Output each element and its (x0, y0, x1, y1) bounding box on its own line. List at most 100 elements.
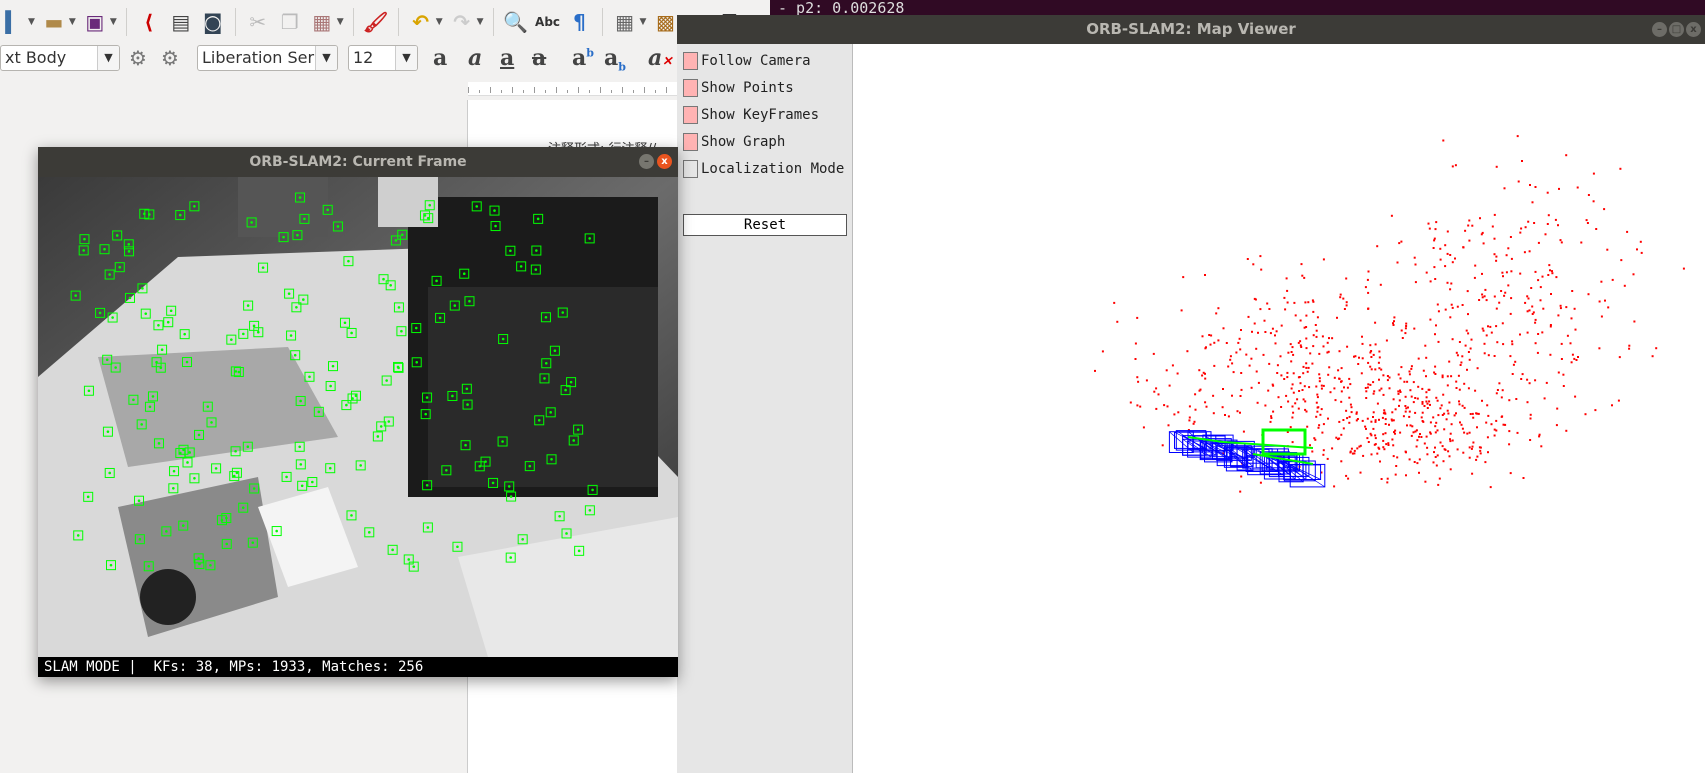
map-point (1231, 394, 1233, 397)
map-point (1327, 350, 1330, 353)
map-point (1495, 165, 1498, 168)
update-style-icon[interactable]: ⚙ (125, 45, 151, 71)
map-point (1348, 421, 1351, 424)
map-point (1280, 374, 1283, 377)
map-point (1560, 241, 1563, 244)
map-point (1343, 386, 1345, 389)
map-point (1145, 379, 1148, 382)
find-replace-icon[interactable]: 🔍 (503, 9, 529, 35)
font-size-combo[interactable]: 12 ▼ (348, 45, 418, 71)
map-point (1237, 341, 1240, 344)
clear-formatting-icon[interactable]: a✕ (648, 45, 672, 71)
map-point (1433, 451, 1435, 454)
map-point (1212, 412, 1215, 415)
cut-icon[interactable]: ✂ (245, 9, 271, 35)
map-point (1565, 429, 1568, 432)
map-point (1503, 187, 1506, 190)
copy-icon[interactable]: ❐ (277, 9, 303, 35)
map-point (1321, 431, 1324, 434)
map-point (1308, 386, 1311, 389)
clone-format-icon[interactable]: 🖌 (363, 9, 389, 35)
map-point (1416, 462, 1419, 465)
map-point (1345, 474, 1348, 477)
map-point (1374, 368, 1377, 371)
checkbox-box[interactable] (683, 79, 698, 97)
map-point (1186, 350, 1189, 353)
map-point (1272, 410, 1275, 413)
image-icon[interactable]: ▩ (652, 9, 678, 35)
map-point (1527, 297, 1530, 300)
chevron-down-icon[interactable]: ▼ (395, 46, 417, 70)
open-icon[interactable]: ▬ (41, 9, 67, 35)
formatting-marks-icon[interactable]: ¶ (567, 9, 593, 35)
subscript-icon[interactable]: ab (604, 45, 626, 73)
table-icon[interactable]: ▦ (612, 9, 638, 35)
spellcheck-icon[interactable]: Abc (535, 9, 561, 35)
map-point (1276, 364, 1279, 367)
strikethrough-icon[interactable]: a (532, 45, 546, 71)
follow-camera-checkbox[interactable]: Follow Camera (683, 50, 811, 72)
show-graph-checkbox[interactable]: Show Graph (683, 131, 785, 153)
new-style-icon[interactable]: ⚙ (157, 45, 183, 71)
new-icon[interactable]: ▍ (0, 9, 26, 35)
show-keyframes-checkbox[interactable]: Show KeyFrames (683, 104, 819, 126)
chevron-down-icon[interactable]: ▼ (97, 46, 119, 70)
paste-icon[interactable]: ▦ (309, 9, 335, 35)
map-point (1558, 187, 1560, 190)
close-icon[interactable]: x (1686, 22, 1701, 37)
map-point (1426, 407, 1429, 409)
map-viewer-title-bar[interactable]: ORB-SLAM2: Map Viewer – □ x (677, 15, 1705, 44)
map-point (1538, 433, 1541, 436)
reset-button[interactable]: Reset (683, 214, 847, 236)
map-point (1306, 370, 1309, 373)
chevron-down-icon[interactable]: ▼ (315, 46, 337, 70)
superscript-icon[interactable]: ab (572, 45, 594, 71)
show-points-checkbox[interactable]: Show Points (683, 77, 794, 99)
map-point (1467, 351, 1470, 353)
font-name-combo[interactable]: Liberation Seril ▼ (197, 45, 338, 71)
checkbox-box[interactable] (683, 106, 698, 124)
map-point (1342, 297, 1345, 300)
map-point (1595, 228, 1598, 230)
paragraph-style-combo[interactable]: xt Body ▼ (0, 45, 120, 71)
undo-icon[interactable]: ↶ (408, 9, 434, 35)
map-point (1524, 226, 1527, 229)
map-point (1287, 351, 1290, 354)
map-3d-canvas[interactable] (853, 44, 1705, 773)
save-icon[interactable]: ▣ (82, 9, 108, 35)
current-frame-title-bar[interactable]: ORB-SLAM2: Current Frame – x (38, 147, 678, 177)
map-point (1409, 389, 1412, 392)
checkbox-box[interactable] (683, 52, 698, 70)
map-point (1374, 443, 1377, 446)
map-point (1366, 386, 1369, 389)
map-point (1472, 416, 1475, 419)
map-point (1531, 201, 1534, 204)
export-pdf-icon[interactable]: ⟨ (136, 9, 162, 35)
minimize-icon[interactable]: – (639, 154, 654, 169)
underline-icon[interactable]: a (500, 45, 514, 71)
redo-icon[interactable]: ↷ (449, 9, 475, 35)
print-preview-icon[interactable]: ◙ (200, 9, 226, 35)
checkbox-box[interactable] (683, 160, 698, 178)
map-point (1445, 418, 1448, 421)
bold-icon[interactable]: a (433, 45, 447, 71)
map-point (1534, 186, 1537, 188)
map-point (1515, 398, 1518, 400)
ruler[interactable] (468, 82, 680, 96)
map-point (1297, 376, 1300, 379)
map-point (1209, 343, 1212, 346)
map-point (1524, 301, 1527, 304)
minimize-icon[interactable]: – (1652, 22, 1667, 37)
map-point (1539, 286, 1542, 289)
localization-mode-checkbox[interactable]: Localization Mode (683, 158, 844, 180)
map-point (1311, 362, 1314, 365)
checkbox-box[interactable] (683, 133, 698, 151)
map-point (1474, 264, 1477, 267)
print-icon[interactable]: ▤ (168, 9, 194, 35)
map-point (1378, 350, 1381, 353)
map-point (1456, 354, 1459, 357)
map-point (1433, 239, 1436, 242)
italic-icon[interactable]: a (468, 45, 482, 71)
maximize-icon[interactable]: □ (1669, 22, 1684, 37)
close-icon[interactable]: x (657, 154, 672, 169)
